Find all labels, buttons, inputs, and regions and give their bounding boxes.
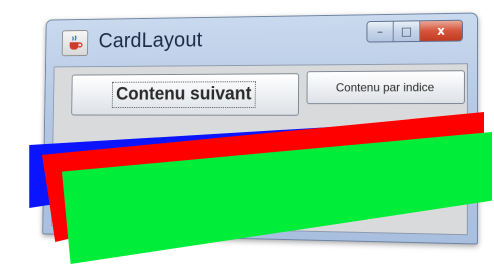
content-by-index-button[interactable]: Contenu par indice [306, 70, 465, 105]
window-controls: – □ x [366, 19, 463, 43]
next-content-label: Contenu suivant [111, 81, 257, 109]
next-content-button[interactable]: Contenu suivant [71, 73, 300, 116]
minimize-icon: – [377, 24, 383, 39]
window-title: CardLayout [98, 27, 203, 53]
maximize-button[interactable]: □ [393, 21, 421, 42]
close-button[interactable]: x [420, 20, 462, 41]
maximize-icon: □ [400, 24, 413, 39]
title-bar[interactable]: CardLayout – □ x [46, 14, 477, 63]
minimize-button[interactable]: – [367, 21, 394, 42]
content-by-index-label: Contenu par indice [335, 80, 435, 95]
java-cup-icon [61, 30, 89, 57]
close-icon: x [437, 23, 445, 38]
